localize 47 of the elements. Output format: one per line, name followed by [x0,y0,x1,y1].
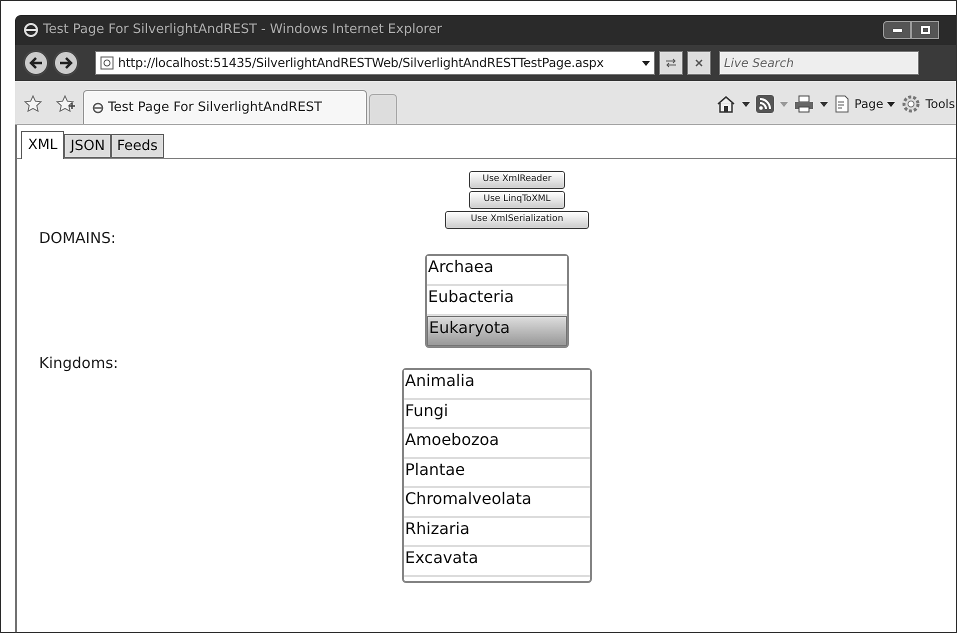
maximize-button[interactable] [911,21,939,39]
list-item[interactable]: Eukaryota [427,316,567,346]
page-icon [834,95,850,113]
search-field[interactable]: Live Search [719,51,919,75]
refresh-arrows-icon [665,58,677,68]
add-favorite-star-icon[interactable] [55,94,75,114]
back-button[interactable] [23,50,49,76]
forward-button[interactable] [53,50,79,76]
favorites-star-icon[interactable] [23,94,43,114]
refresh-button[interactable] [659,51,683,75]
page-menu-button[interactable]: Page [834,95,896,113]
list-item[interactable]: Eubacteria [427,286,567,316]
dropdown-icon [887,102,896,106]
action-button[interactable]: Use XmlReader [469,171,565,189]
list-item[interactable]: Fungi [404,400,590,429]
domains-label: DOMAINS: [39,228,117,249]
back-arrow-icon [29,57,43,69]
dropdown-icon [642,60,650,66]
domains-listbox[interactable]: Archaea Eubacteria Eukaryota [425,254,569,348]
window-title: Test Page For SilverlightAndREST - Windows Internet Explorer [43,21,442,40]
feed-icon[interactable] [756,95,774,113]
forward-arrow-icon [59,57,73,69]
stop-button[interactable] [687,51,711,75]
list-item[interactable]: Rhizaria [404,518,590,547]
dropdown-icon[interactable] [742,102,750,106]
tab[interactable]: Feeds [111,134,164,158]
tab[interactable]: JSON [64,134,111,158]
kingdoms-label: Kingdoms: [39,352,120,374]
printer-icon[interactable] [794,95,814,113]
stop-icon [695,59,703,67]
list-item[interactable]: Animalia [404,370,590,400]
action-button[interactable]: Use XmlSerialization [445,211,589,229]
minimize-button[interactable] [883,21,911,39]
gear-icon [901,94,922,114]
browser-logo-icon [23,22,39,38]
list-item[interactable]: Archaea [427,256,567,286]
address-field[interactable]: http://localhost:51435/SilverlightAndRESTWeb/SilverlightAndRESTTestPage.aspx [95,51,655,75]
tab[interactable]: XML [21,131,64,159]
home-icon[interactable] [716,95,736,113]
browser-tab[interactable]: Test Page For SilverlightAndREST [83,90,367,124]
tools-menu-button[interactable]: Tools [901,94,955,114]
browser-logo-icon [92,102,104,114]
kingdoms-listbox[interactable]: Animalia Fungi Amoebozoa Plantae Chromalveolata Rhizaria Excavata [402,368,592,582]
action-button[interactable]: Use LinqToXML [469,191,565,209]
page-icon [100,56,114,70]
list-item[interactable]: Plantae [404,458,590,488]
dropdown-icon[interactable] [820,102,828,106]
